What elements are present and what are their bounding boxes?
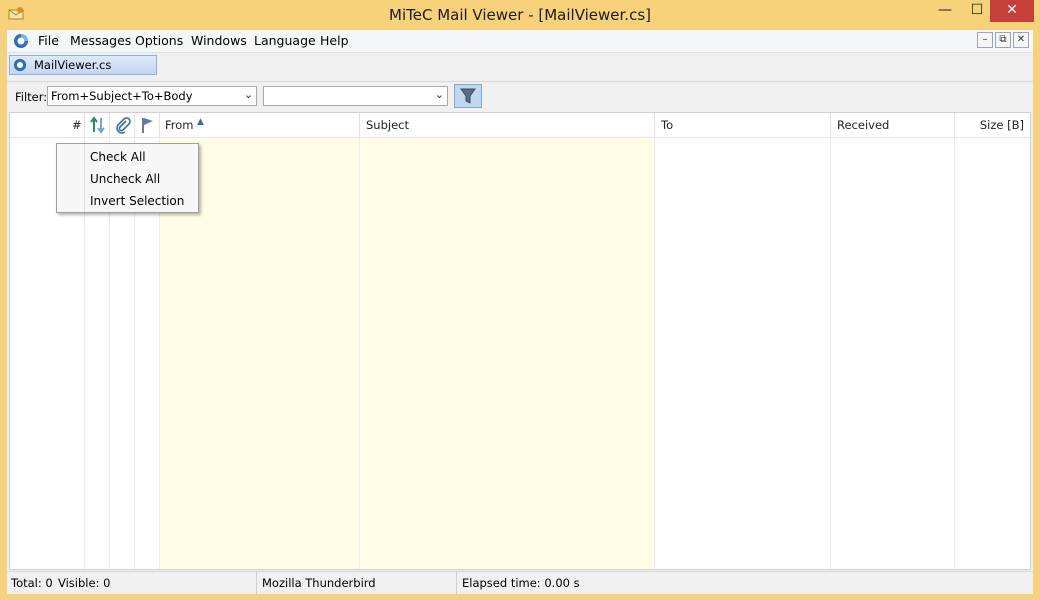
sort-ascending-icon: ▲ [197, 117, 204, 127]
menu-bar: File Messages Options Windows Language H… [7, 30, 1033, 53]
column-size-label: Size [B] [979, 118, 1024, 132]
menu-item-invert-selection[interactable]: Invert Selection [90, 194, 184, 208]
column-received-label: Received [837, 118, 890, 132]
menu-file[interactable]: File [33, 33, 64, 48]
filter-label: Filter: [15, 90, 48, 104]
status-counts-panel: Total: 0 Visible: 0 [7, 572, 257, 594]
status-elapsed-panel: Elapsed time: 0.00 s [457, 572, 1033, 594]
window-close-button[interactable]: ✕ [990, 0, 1034, 22]
column-from-label: From [165, 118, 194, 132]
grid-header: # From ▲ Subject To Received Size [B] [10, 113, 1030, 138]
column-subject-body [360, 138, 655, 569]
mitec-logo-icon[interactable] [13, 33, 29, 49]
mdi-minimize-button[interactable]: – [977, 32, 993, 48]
paperclip-icon [116, 117, 131, 134]
mdi-restore-button[interactable]: ⧉ [995, 32, 1011, 48]
chevron-down-icon: ⌄ [434, 88, 444, 101]
context-menu: Check All Uncheck All Invert Selection [56, 143, 199, 213]
column-direction-header[interactable] [85, 113, 110, 137]
column-received-body [831, 138, 955, 569]
menu-item-uncheck-all[interactable]: Uncheck All [90, 172, 160, 186]
menu-messages[interactable]: Messages [65, 33, 136, 48]
tab-label: MailViewer.cs [34, 58, 112, 72]
filter-bar: Filter: From+Subject+To+Body ⌄ ⌄ [7, 81, 1033, 112]
document-tab-bar: MailViewer.cs [7, 53, 1033, 77]
filter-field-select[interactable]: From+Subject+To+Body ⌄ [47, 86, 257, 106]
status-visible: Visible: 0 [58, 576, 111, 590]
column-to-header[interactable]: To [655, 113, 831, 137]
column-number-header[interactable]: # [10, 113, 85, 137]
column-to-label: To [661, 118, 674, 132]
column-size-header[interactable]: Size [B] [955, 113, 1030, 137]
filter-field-value: From+Subject+To+Body [51, 89, 193, 103]
column-flag-header[interactable] [135, 113, 160, 137]
up-down-arrows-icon [90, 116, 105, 134]
menu-item-check-all[interactable]: Check All [90, 150, 146, 164]
funnel-icon [460, 88, 476, 104]
status-source: Mozilla Thunderbird [262, 576, 376, 590]
status-bar: Total: 0 Visible: 0 Mozilla Thunderbird … [7, 571, 1033, 594]
mdi-close-button[interactable]: ✕ [1013, 32, 1029, 48]
column-attachment-header[interactable] [110, 113, 135, 137]
apply-filter-button[interactable] [454, 84, 482, 108]
column-subject-header[interactable]: Subject [360, 113, 655, 137]
tab-mailviewer[interactable]: MailViewer.cs [9, 55, 157, 75]
column-size-body [955, 138, 1030, 569]
column-number-label: # [72, 118, 82, 132]
column-received-header[interactable]: Received [831, 113, 955, 137]
column-from-header[interactable]: From ▲ [160, 113, 360, 137]
menu-language[interactable]: Language [249, 33, 321, 48]
app-window: MiTeC Mail Viewer - [MailViewer.cs] — ☐ … [0, 0, 1040, 600]
menu-windows[interactable]: Windows [186, 33, 252, 48]
flag-icon [142, 118, 153, 133]
client-area: File Messages Options Windows Language H… [7, 30, 1033, 594]
menu-options[interactable]: Options [130, 33, 188, 48]
column-subject-label: Subject [366, 118, 409, 132]
menu-help[interactable]: Help [315, 33, 354, 48]
window-minimize-button[interactable]: — [930, 0, 960, 22]
filter-search-combo[interactable]: ⌄ [263, 86, 448, 106]
status-total: Total: 0 [11, 576, 53, 590]
chevron-down-icon: ⌄ [243, 88, 253, 101]
title-bar[interactable]: MiTeC Mail Viewer - [MailViewer.cs] — ☐ … [0, 0, 1040, 30]
column-to-body [655, 138, 831, 569]
window-title: MiTeC Mail Viewer - [MailViewer.cs] [389, 6, 651, 24]
status-source-panel: Mozilla Thunderbird [257, 572, 457, 594]
window-maximize-button[interactable]: ☐ [962, 0, 992, 22]
status-elapsed: Elapsed time: 0.00 s [462, 576, 580, 590]
mailbox-icon [13, 58, 27, 72]
context-menu-gutter [57, 144, 85, 212]
